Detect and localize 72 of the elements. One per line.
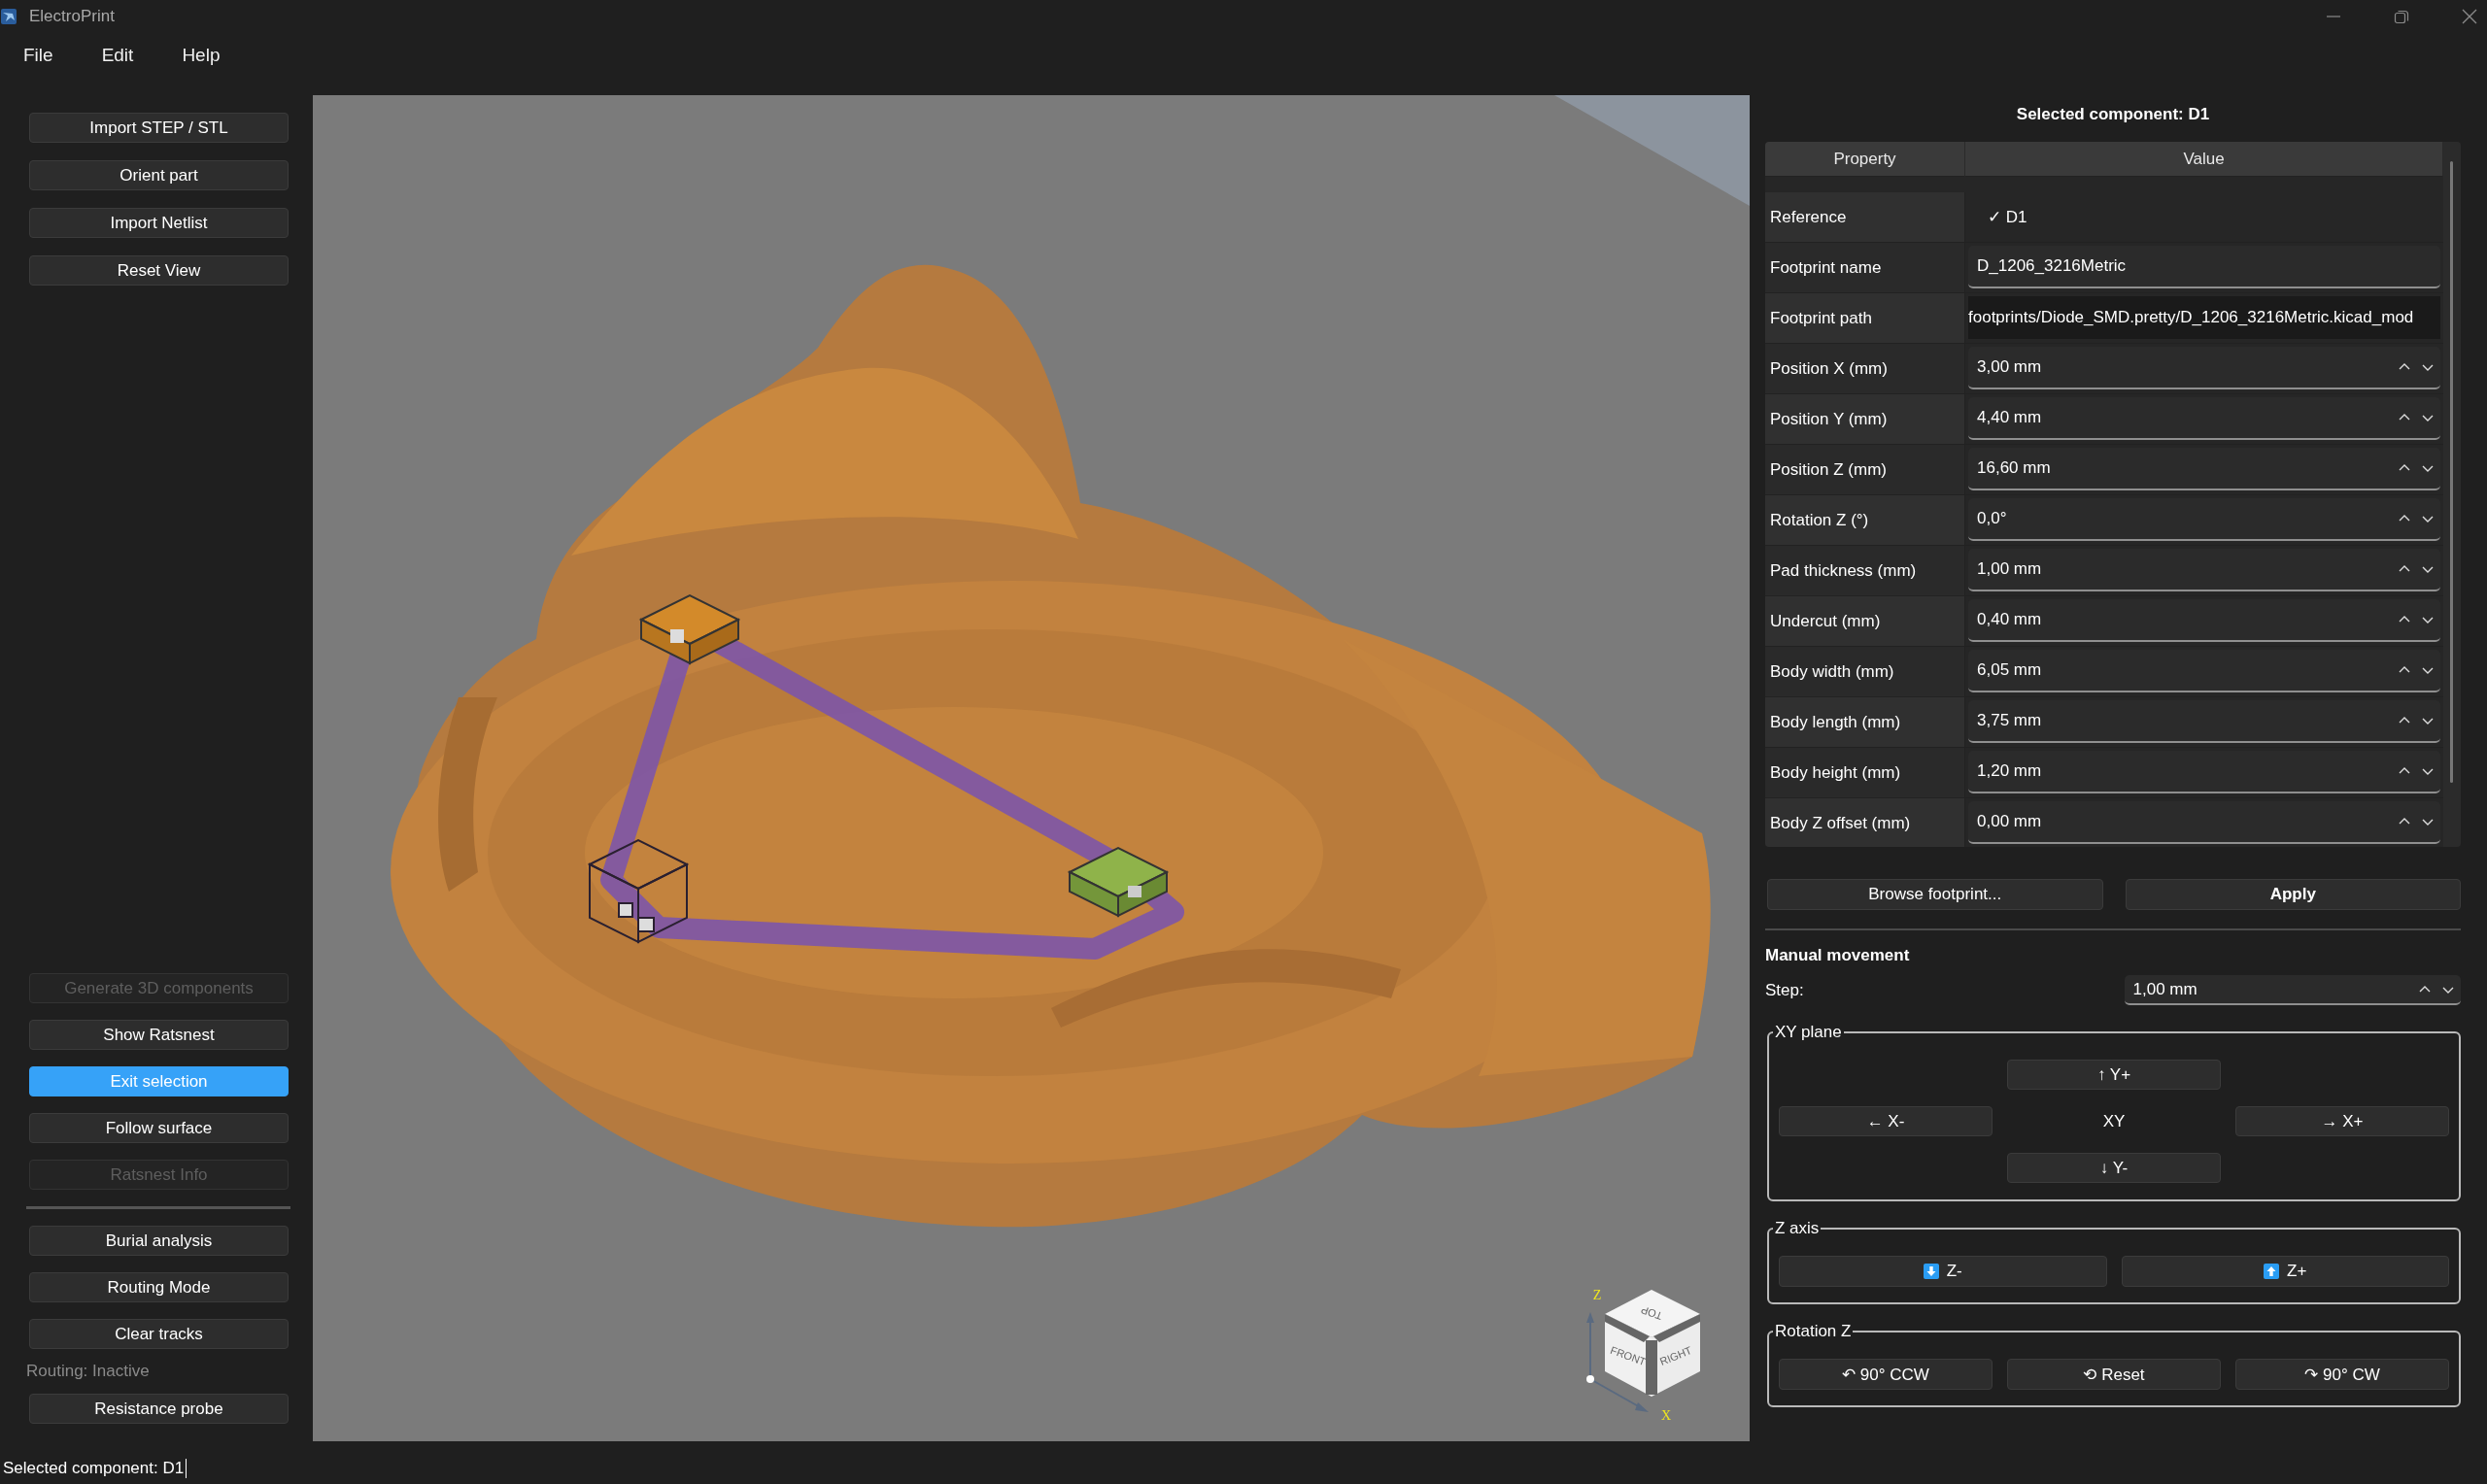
- axis-label: Z: [1592, 1288, 1602, 1302]
- move-button[interactable]: ↶ 90° CCW: [1779, 1359, 1993, 1390]
- property-label: Footprint name: [1770, 257, 1882, 278]
- origin-dot: [1586, 1375, 1594, 1383]
- spin-field[interactable]: 6,05 mm: [1968, 650, 2440, 692]
- plane-label: XY: [2101, 1111, 2127, 1132]
- step-label: Step:: [1765, 980, 1805, 1000]
- sidebar-button[interactable]: Burial analysis: [29, 1226, 289, 1256]
- move-button[interactable]: ⟲ Reset: [2007, 1359, 2221, 1390]
- sidebar-button[interactable]: Follow surface: [29, 1113, 289, 1143]
- cube-face-label[interactable]: TOP: [1639, 1303, 1664, 1323]
- sidebar-button[interactable]: Import Netlist: [29, 208, 289, 238]
- spin-field[interactable]: 0,00 mm: [1968, 801, 2440, 844]
- sidebar-button[interactable]: Show Ratsnest: [29, 1020, 289, 1050]
- window-title: ElectroPrint: [29, 6, 115, 26]
- scrollbar[interactable]: [2450, 161, 2453, 783]
- step-field[interactable]: 1,00 mm: [2124, 975, 2461, 1005]
- column-header: Property: [1765, 142, 1965, 177]
- property-label: Undercut (mm): [1770, 611, 1881, 631]
- property-label: Body Z offset (mm): [1770, 813, 1911, 833]
- menu-item[interactable]: Help: [171, 40, 231, 70]
- property-label: Body width (mm): [1770, 661, 1894, 682]
- sidebar-button[interactable]: Reset View: [29, 255, 289, 286]
- sidebar-button[interactable]: Orient part: [29, 160, 289, 190]
- property-label: Position X (mm): [1770, 358, 1888, 379]
- move-button[interactable]: ↷ 90° CW: [2235, 1359, 2449, 1390]
- sidebar-button[interactable]: Routing Mode: [29, 1272, 289, 1302]
- spin-field[interactable]: 16,60 mm: [1968, 448, 2440, 490]
- move-button[interactable]: → X+: [2235, 1106, 2449, 1136]
- spin-field[interactable]: 1,00 mm: [1968, 549, 2440, 591]
- spin-field[interactable]: 1,20 mm: [1968, 751, 2440, 793]
- property-label: Pad thickness (mm): [1770, 560, 1917, 581]
- property-label: Position Y (mm): [1770, 409, 1888, 429]
- property-label: Rotation Z (°): [1770, 510, 1869, 530]
- sidebar-button[interactable]: Resistance probe: [29, 1394, 289, 1424]
- group-title: XY plane: [1774, 1023, 1843, 1042]
- action-button[interactable]: Browse footprint...: [1767, 879, 2103, 910]
- app-logo-icon: [0, 7, 17, 25]
- spin-field[interactable]: 0,40 mm: [1968, 599, 2440, 642]
- move-button[interactable]: Z-: [1779, 1256, 2107, 1287]
- spin-field[interactable]: 4,40 mm: [1968, 397, 2440, 440]
- move-button[interactable]: ↓ Y-: [2007, 1153, 2221, 1183]
- status-text: Selected component: D1: [3, 1458, 187, 1478]
- status-label: Routing: Inactive: [26, 1362, 151, 1381]
- property-label: Reference: [1770, 207, 1847, 227]
- view-cube[interactable]: [1605, 1290, 1700, 1397]
- property-label: Position Z (mm): [1770, 459, 1887, 480]
- group-title: Z axis: [1774, 1219, 1821, 1238]
- column-header: Value: [1965, 142, 2443, 177]
- text-field[interactable]: D_1206_3216Metric: [1968, 246, 2440, 288]
- group-title: Rotation Z: [1774, 1322, 1853, 1341]
- path-field[interactable]: footprints/Diode_SMD.pretty/D_1206_3216Metric.kicad_mod: [1968, 296, 2440, 339]
- property-value: ✓ D1: [1987, 206, 2027, 228]
- sidebar-button[interactable]: Import STEP / STL: [29, 113, 289, 143]
- sidebar-button[interactable]: Clear tracks: [29, 1319, 289, 1349]
- action-button[interactable]: Apply: [2125, 879, 2461, 910]
- menu-item[interactable]: Edit: [90, 40, 145, 70]
- menu-item[interactable]: File: [13, 40, 64, 70]
- property-label: Footprint path: [1770, 308, 1872, 328]
- spin-field[interactable]: 3,75 mm: [1968, 700, 2440, 743]
- move-button[interactable]: ↑ Y+: [2007, 1060, 2221, 1090]
- panel-title: Selected component: D1: [2015, 105, 2211, 124]
- restore-icon[interactable]: [2394, 8, 2409, 24]
- property-label: Body length (mm): [1770, 712, 1901, 732]
- axis-label: X: [1660, 1408, 1672, 1423]
- move-button[interactable]: ← X-: [1779, 1106, 1993, 1136]
- spin-field[interactable]: 0,0°: [1968, 498, 2440, 541]
- section-title: Manual movement: [1765, 946, 1911, 965]
- spin-field[interactable]: 3,00 mm: [1968, 347, 2440, 389]
- move-button[interactable]: Z+: [2121, 1256, 2449, 1287]
- close-icon[interactable]: [2462, 8, 2477, 24]
- property-label: Body height (mm): [1770, 762, 1901, 783]
